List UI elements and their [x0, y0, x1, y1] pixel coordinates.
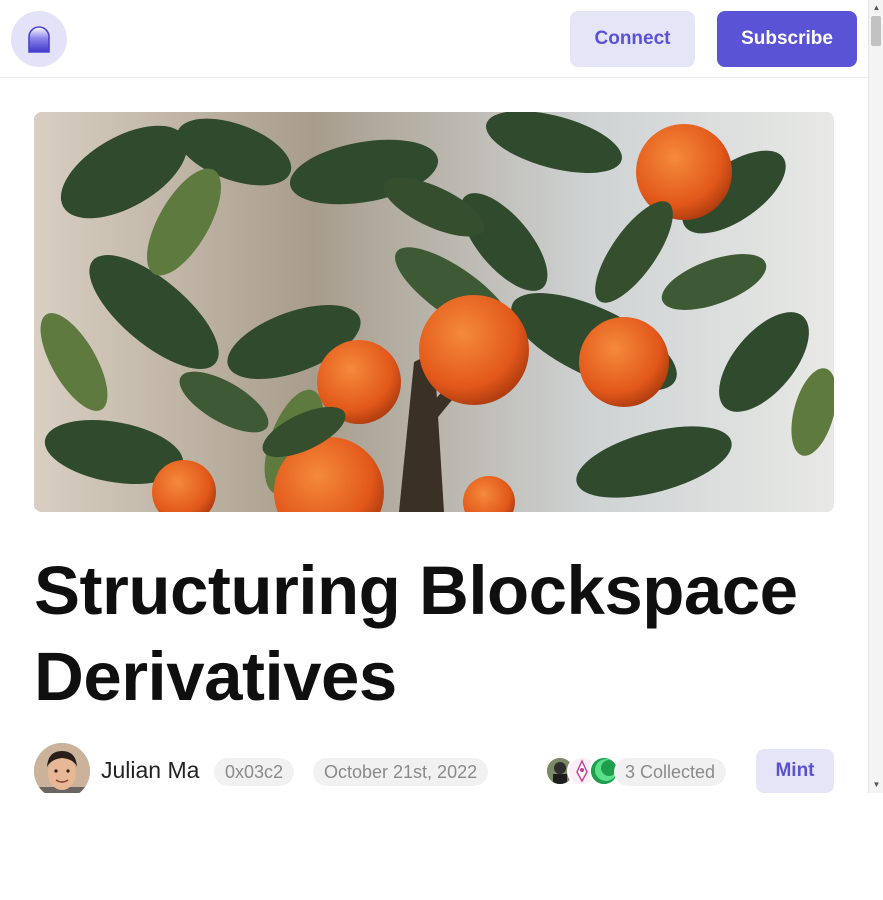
mirror-logo-icon	[28, 26, 50, 53]
triangle-up-icon[interactable]: ▲	[869, 1, 883, 15]
subscribe-button[interactable]: Subscribe	[717, 11, 857, 67]
page-viewport: Connect Subscribe Structuring Blockspace…	[0, 0, 868, 793]
author-avatar[interactable]	[34, 743, 90, 793]
connect-button[interactable]: Connect	[570, 11, 695, 67]
site-logo[interactable]	[11, 11, 67, 67]
mint-button[interactable]: Mint	[756, 749, 834, 793]
scroll-thumb[interactable]	[871, 16, 881, 46]
hero-image	[34, 112, 834, 512]
site-header: Connect Subscribe	[0, 0, 868, 78]
vertical-scrollbar[interactable]: ▲ ▼	[868, 0, 883, 793]
author-name[interactable]: Julian Ma	[101, 757, 199, 784]
collected-count-badge[interactable]: 3 Collected	[614, 758, 727, 786]
publish-date-badge: October 21st, 2022	[313, 758, 489, 786]
article-title: Structuring Blockspace Derivatives	[34, 552, 798, 715]
collector-avatars[interactable]	[545, 756, 625, 786]
author-address-badge[interactable]: 0x03c2	[214, 758, 295, 786]
triangle-down-icon[interactable]: ▼	[869, 778, 883, 792]
